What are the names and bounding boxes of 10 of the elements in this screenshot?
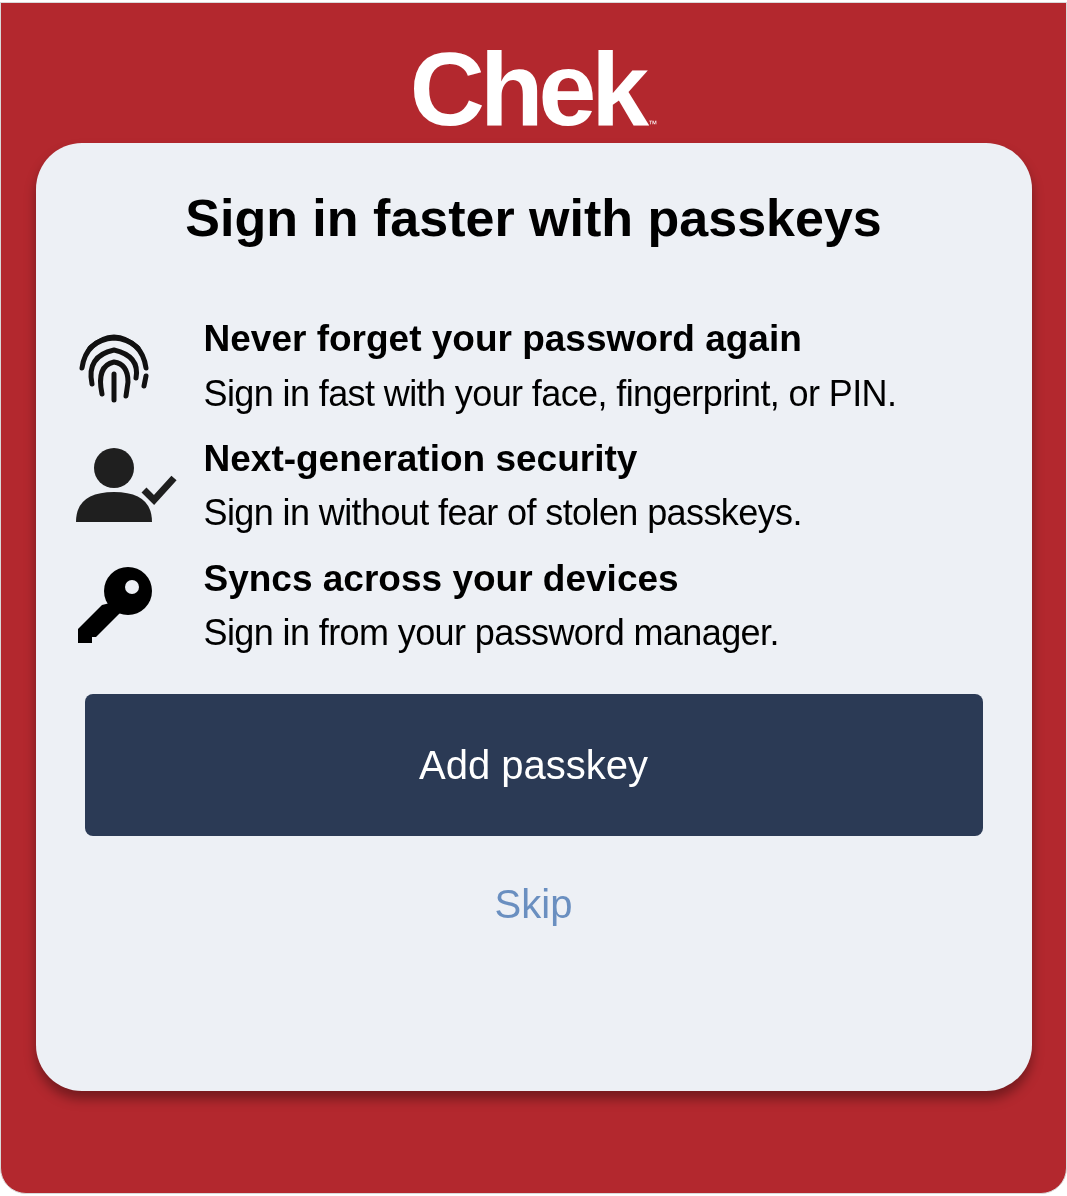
feature-heading: Next-generation security bbox=[203, 436, 639, 481]
trademark-mark: ™ bbox=[648, 119, 658, 129]
feature-description: Sign in from your password manager. bbox=[203, 610, 779, 655]
feature-heading: Syncs across your devices bbox=[203, 556, 680, 601]
add-passkey-button[interactable]: Add passkey bbox=[84, 694, 983, 837]
dialog-title: Sign in faster with passkeys bbox=[184, 188, 883, 249]
feature-description: Sign in fast with your face, fingerprint, or PIN. bbox=[203, 371, 897, 415]
logo: Chek bbox=[409, 37, 645, 141]
feature-description: Sign in without fear of stolen passkeys. bbox=[203, 491, 802, 535]
feature-heading: Never forget your password again bbox=[203, 317, 803, 362]
